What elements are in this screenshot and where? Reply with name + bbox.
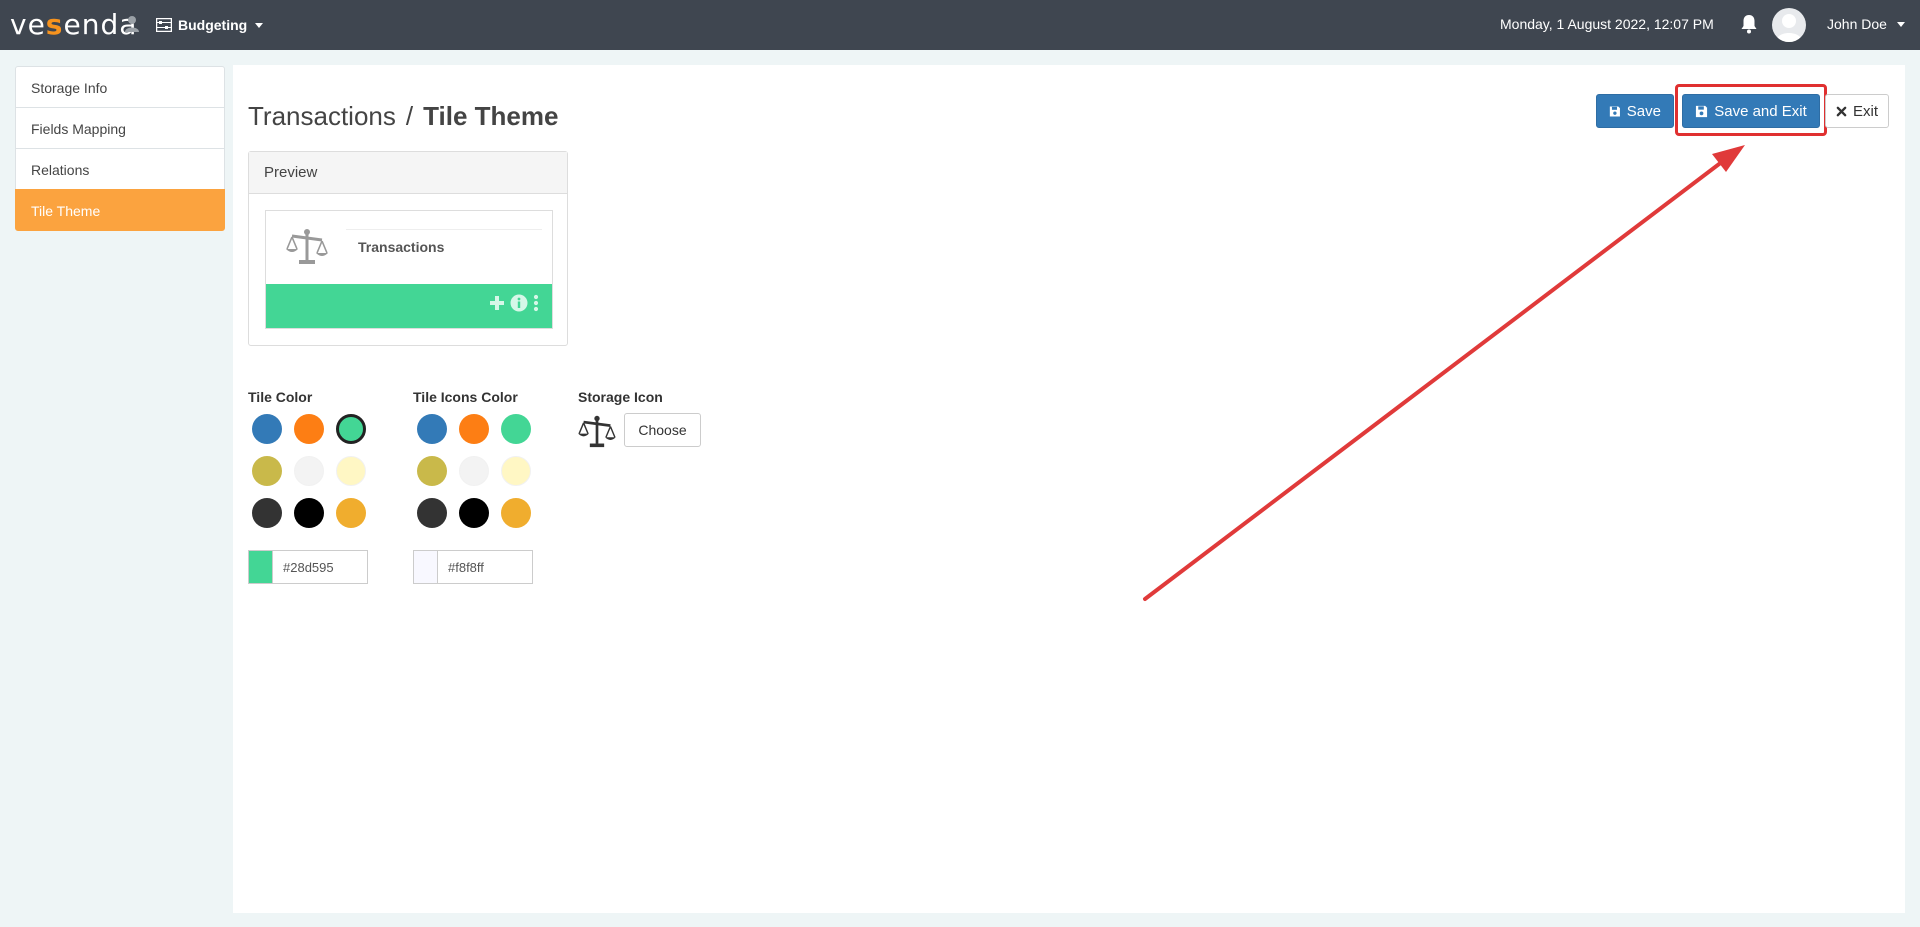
tile-color-swatch-olive[interactable] [252,456,282,486]
top-navbar: ve s enda Budgeting Monday, 1 August 2022,… [0,0,1920,50]
avatar-silhouette-icon [1776,14,1802,42]
icons-color-swatch-green[interactable] [501,414,531,444]
current-datetime: Monday, 1 August 2022, 12:07 PM [1500,16,1714,32]
exit-button[interactable]: Exit [1825,94,1889,128]
tile-title: Transactions [358,239,445,255]
tile-color-swatch-amber[interactable] [336,498,366,528]
app-name: Budgeting [178,17,248,33]
plus-icon[interactable] [488,294,506,312]
icons-color-swatch-olive[interactable] [417,456,447,486]
tile-title-divider [346,229,542,230]
tile-icons-color-hex-field[interactable] [438,551,532,583]
logo-text-accent: s [45,8,64,41]
tile-action-bar [266,284,552,328]
icons-color-swatch-light-gray[interactable] [459,456,489,486]
bell-icon[interactable] [1740,14,1758,34]
tile-color-preview-chip [249,551,273,583]
balance-scale-icon [578,415,616,448]
save-button[interactable]: Save [1596,94,1674,128]
exit-button-label: Exit [1852,102,1878,120]
vesenda-logo[interactable]: ve s enda [10,9,137,41]
tile-preview: Transactions [265,210,553,329]
more-vertical-icon[interactable] [532,294,540,312]
choose-icon-button[interactable]: Choose [624,413,701,447]
icons-color-swatch-dark-gray[interactable] [417,498,447,528]
save-and-exit-button-label: Save and Exit [1714,102,1807,120]
tile-color-hex-field[interactable] [273,551,367,583]
breadcrumb-parent[interactable]: Transactions [248,101,396,131]
abacus-icon [156,18,172,32]
chevron-down-icon [1896,21,1905,27]
tile-color-input[interactable] [248,550,368,584]
app-switcher-dropdown[interactable]: Budgeting [156,15,264,35]
user-menu-dropdown[interactable]: John Doe [1827,16,1905,32]
save-and-exit-button[interactable]: Save and Exit [1682,94,1820,128]
icons-color-swatch-orange[interactable] [459,414,489,444]
tile-icons-color-input[interactable] [413,550,533,584]
close-icon [1836,106,1847,116]
tile-bar-icons [488,294,540,312]
breadcrumb-separator: / [405,101,414,131]
tile-color-swatch-green-selected[interactable] [336,414,366,444]
breadcrumb-current: Tile Theme [423,101,559,131]
tile-color-swatch-blue[interactable] [252,414,282,444]
preview-header: Preview [249,152,567,194]
floppy-disk-icon [1696,105,1708,117]
sidebar-item-fields-mapping[interactable]: Fields Mapping [15,107,225,149]
main-content-panel: Transactions / Tile Theme Save Save and Ex… [233,65,1905,913]
icons-color-swatch-blue[interactable] [417,414,447,444]
icons-color-swatch-cream[interactable] [501,456,531,486]
avatar[interactable] [1772,8,1806,42]
icons-color-swatch-black[interactable] [459,498,489,528]
balance-scale-icon [286,229,328,264]
user-name: John Doe [1827,16,1887,32]
settings-sidebar: Storage Info Fields Mapping Relations Ti… [15,66,225,231]
preview-panel: Preview Transactions [248,151,568,346]
tile-color-swatch-dark-gray[interactable] [252,498,282,528]
sidebar-item-storage-info[interactable]: Storage Info [15,66,225,108]
user-icon[interactable] [124,15,140,33]
storage-icon-label: Storage Icon [578,389,663,405]
info-icon[interactable] [510,294,528,312]
tile-color-swatch-orange[interactable] [294,414,324,444]
page-title: Transactions / Tile Theme [248,101,558,132]
icons-color-swatch-amber[interactable] [501,498,531,528]
tile-color-swatch-black[interactable] [294,498,324,528]
tile-color-swatch-cream[interactable] [336,456,366,486]
floppy-disk-icon [1609,105,1620,117]
tile-color-label: Tile Color [248,389,313,405]
sidebar-item-relations[interactable]: Relations [15,148,225,190]
tile-icons-color-label: Tile Icons Color [413,389,518,405]
save-button-label: Save [1626,102,1661,120]
chevron-down-icon [255,22,264,28]
logo-text-prefix: ve [10,8,46,41]
tile-color-swatch-light-gray[interactable] [294,456,324,486]
tile-icons-color-preview-chip [414,551,438,583]
sidebar-item-tile-theme[interactable]: Tile Theme [15,189,225,231]
